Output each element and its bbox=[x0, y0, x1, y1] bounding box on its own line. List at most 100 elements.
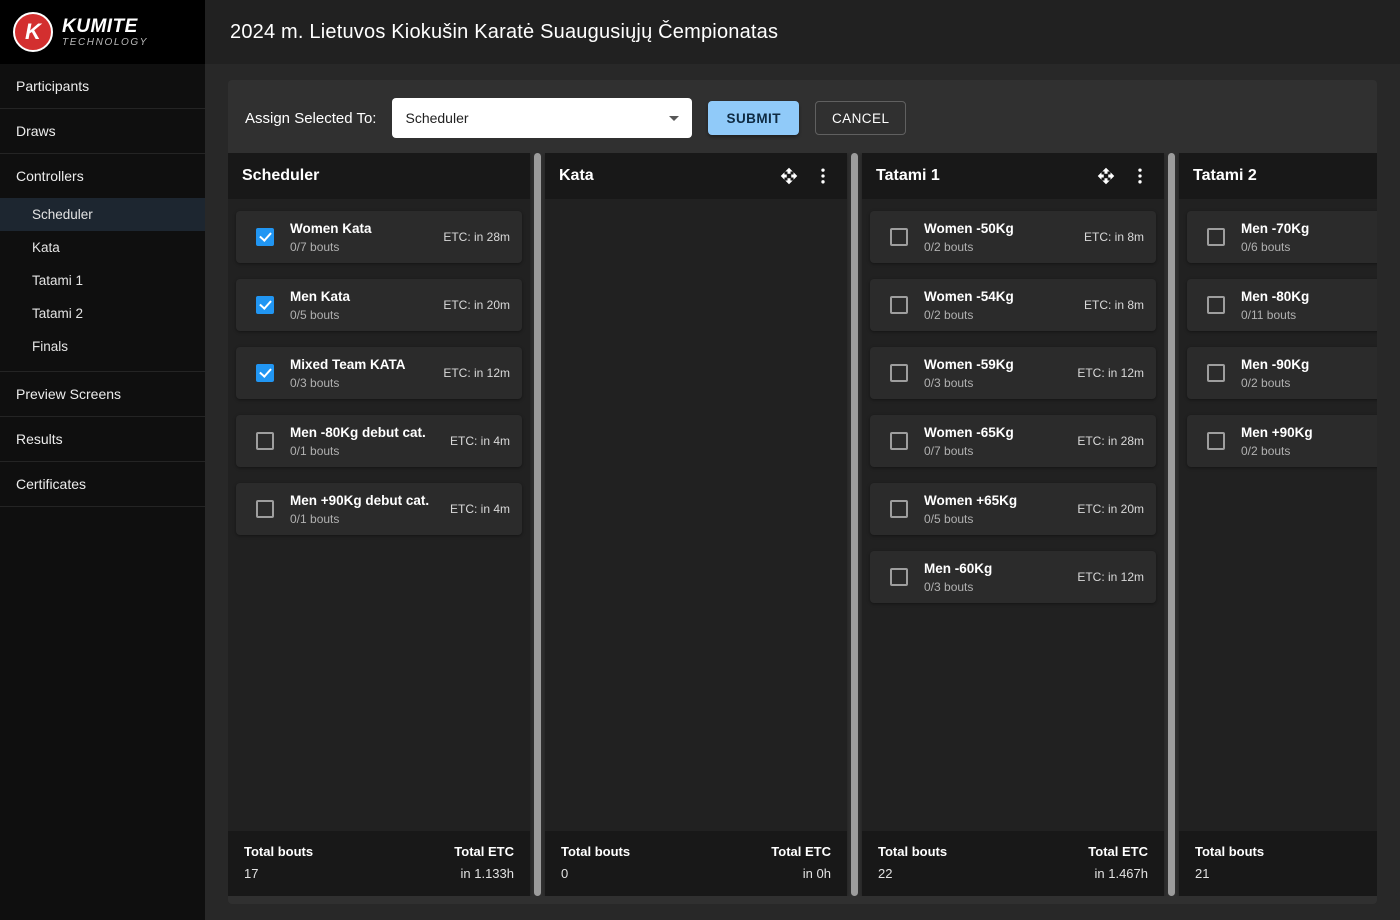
more-vert-icon[interactable] bbox=[813, 166, 833, 186]
card-text: Women Kata0/7 bouts bbox=[290, 221, 435, 254]
sidebar-item-scheduler[interactable]: Scheduler bbox=[0, 198, 205, 231]
column-header: Kata bbox=[545, 153, 847, 199]
bout-card[interactable]: Women Kata0/7 boutsETC: in 28m bbox=[236, 211, 522, 263]
column-scrollbar[interactable] bbox=[851, 153, 858, 896]
bout-card[interactable]: Women -65Kg0/7 boutsETC: in 28m bbox=[870, 415, 1156, 467]
card-checkbox[interactable] bbox=[890, 500, 908, 518]
sidebar-item-finals[interactable]: Finals bbox=[0, 330, 205, 363]
card-bouts: 0/2 bouts bbox=[1241, 444, 1377, 458]
card-title: Women -59Kg bbox=[924, 357, 1069, 372]
footer-bouts-label: Total bouts bbox=[561, 844, 630, 859]
app-root: K KUMITE TECHNOLOGY ParticipantsDrawsCon… bbox=[0, 0, 1400, 920]
column-scrollbar[interactable] bbox=[1168, 153, 1175, 896]
column-scrollbar[interactable] bbox=[534, 153, 541, 896]
move-icon[interactable] bbox=[779, 166, 799, 186]
column-body: Women -50Kg0/2 boutsETC: in 8m Women -54K… bbox=[862, 199, 1164, 831]
card-checkbox[interactable] bbox=[1207, 432, 1225, 450]
topbar: 2024 m. Lietuvos Kiokušin Karatė Suaugus… bbox=[205, 0, 1400, 64]
bout-card[interactable]: Men -70Kg0/6 bouts bbox=[1187, 211, 1377, 263]
bout-card[interactable]: Women -59Kg 0/3 bouts ETC: in 12m bbox=[870, 347, 1156, 399]
submit-button[interactable]: SUBMIT bbox=[708, 101, 798, 135]
bout-card[interactable]: Men +90Kg 0/2 bouts bbox=[1187, 415, 1377, 467]
main-area: 2024 m. Lietuvos Kiokušin Karatė Suaugus… bbox=[205, 0, 1400, 920]
card-etc: ETC: in 4m bbox=[450, 434, 510, 448]
sidebar-item-results[interactable]: Results bbox=[0, 417, 205, 462]
sidebar-item-draws[interactable]: Draws bbox=[0, 109, 205, 154]
card-title: Men -60Kg bbox=[924, 561, 1069, 576]
bout-card[interactable]: Men -80Kg0/11 bouts bbox=[1187, 279, 1377, 331]
card-title: Women -54Kg bbox=[924, 289, 1076, 304]
card-title: Women Kata bbox=[290, 221, 435, 236]
bout-card[interactable]: Women +65Kg0/5 boutsETC: in 20m bbox=[870, 483, 1156, 535]
card-checkbox[interactable] bbox=[890, 568, 908, 586]
card-title: Mixed Team KATA bbox=[290, 357, 435, 372]
card-text: Women -65Kg0/7 bouts bbox=[924, 425, 1069, 458]
bout-card[interactable]: Men +90Kg debut cat.0/1 boutsETC: in 4m bbox=[236, 483, 522, 535]
logo-icon: K bbox=[13, 12, 53, 52]
card-bouts: 0/7 bouts bbox=[924, 444, 1069, 458]
card-checkbox[interactable] bbox=[256, 228, 274, 246]
footer-etc-label: Total ETC bbox=[1088, 844, 1148, 859]
footer-bouts-value: 17 bbox=[244, 866, 313, 881]
content-area: Assign Selected To: Scheduler SUBMIT CAN… bbox=[205, 64, 1400, 920]
card-checkbox[interactable] bbox=[1207, 296, 1225, 314]
sidebar: K KUMITE TECHNOLOGY ParticipantsDrawsCon… bbox=[0, 0, 205, 920]
footer-etc-value: in 1.133h bbox=[454, 866, 514, 881]
column-kata: KataTotal bouts0Total ETCin 0h bbox=[545, 153, 847, 896]
card-etc: ETC: in 20m bbox=[443, 298, 510, 312]
sidebar-item-tatami-2[interactable]: Tatami 2 bbox=[0, 297, 205, 330]
card-checkbox[interactable] bbox=[1207, 364, 1225, 382]
card-bouts: 0/6 bouts bbox=[1241, 240, 1377, 254]
more-vert-icon[interactable] bbox=[1130, 166, 1150, 186]
column-footer: Total bouts17Total ETCin 1.133h bbox=[228, 831, 530, 896]
card-checkbox[interactable] bbox=[256, 364, 274, 382]
board: SchedulerWomen Kata0/7 boutsETC: in 28mM… bbox=[228, 153, 1377, 896]
sidebar-item-kata[interactable]: Kata bbox=[0, 231, 205, 264]
footer-total-bouts: Total bouts17 bbox=[244, 844, 313, 881]
sidebar-item-certificates[interactable]: Certificates bbox=[0, 462, 205, 507]
sidebar-item-participants[interactable]: Participants bbox=[0, 64, 205, 109]
sidebar-submenu: SchedulerKataTatami 1Tatami 2Finals bbox=[0, 198, 205, 372]
card-checkbox[interactable] bbox=[890, 364, 908, 382]
bout-card[interactable]: Women -50Kg0/2 boutsETC: in 8m bbox=[870, 211, 1156, 263]
sidebar-item-controllers[interactable]: Controllers bbox=[0, 154, 205, 198]
card-title: Men +90Kg bbox=[1241, 425, 1377, 440]
card-checkbox[interactable] bbox=[890, 228, 908, 246]
card-checkbox[interactable] bbox=[256, 500, 274, 518]
column-header: Tatami 2 bbox=[1179, 153, 1377, 199]
page-title: 2024 m. Lietuvos Kiokušin Karatė Suaugus… bbox=[230, 21, 778, 44]
card-title: Men Kata bbox=[290, 289, 435, 304]
card-checkbox[interactable] bbox=[1207, 228, 1225, 246]
brand-text: KUMITE TECHNOLOGY bbox=[62, 16, 148, 49]
card-bouts: 0/3 bouts bbox=[924, 376, 1069, 390]
move-icon[interactable] bbox=[1096, 166, 1116, 186]
bout-card[interactable]: Men -80Kg debut cat.0/1 bouts ETC: in 4m bbox=[236, 415, 522, 467]
cancel-button[interactable]: CANCEL bbox=[815, 101, 906, 135]
column-footer: Total bouts0Total ETCin 0h bbox=[545, 831, 847, 896]
card-checkbox[interactable] bbox=[890, 432, 908, 450]
footer-bouts-label: Total bouts bbox=[1195, 844, 1264, 859]
card-text: Men -80Kg0/11 bouts bbox=[1241, 289, 1377, 322]
card-checkbox[interactable] bbox=[256, 296, 274, 314]
card-checkbox[interactable] bbox=[890, 296, 908, 314]
bout-card[interactable]: Men Kata0/5 boutsETC: in 20m bbox=[236, 279, 522, 331]
brand-name: KUMITE bbox=[62, 16, 148, 38]
card-bouts: 0/3 bouts bbox=[924, 580, 1069, 594]
footer-bouts-value: 0 bbox=[561, 866, 630, 881]
card-text: Men -70Kg0/6 bouts bbox=[1241, 221, 1377, 254]
card-title: Women +65Kg bbox=[924, 493, 1069, 508]
sidebar-item-preview-screens[interactable]: Preview Screens bbox=[0, 372, 205, 417]
card-etc: ETC: in 12m bbox=[443, 366, 510, 380]
card-checkbox[interactable] bbox=[256, 432, 274, 450]
sidebar-item-tatami-1[interactable]: Tatami 1 bbox=[0, 264, 205, 297]
bout-card[interactable]: Mixed Team KATA0/3 boutsETC: in 12m bbox=[236, 347, 522, 399]
bout-card[interactable]: Men -90Kg0/2 bouts bbox=[1187, 347, 1377, 399]
card-etc: ETC: in 12m bbox=[1077, 366, 1144, 380]
assign-select[interactable]: Scheduler bbox=[392, 98, 692, 138]
bout-card[interactable]: Men -60Kg0/3 boutsETC: in 12m bbox=[870, 551, 1156, 603]
bout-card[interactable]: Women -54Kg0/2 boutsETC: in 8m bbox=[870, 279, 1156, 331]
footer-bouts-value: 21 bbox=[1195, 866, 1264, 881]
footer-total-bouts: Total bouts22 bbox=[878, 844, 947, 881]
card-text: Men -80Kg debut cat.0/1 bouts bbox=[290, 425, 442, 458]
column-tatami-1: Tatami 1Women -50Kg0/2 boutsETC: in 8mWo… bbox=[862, 153, 1164, 896]
